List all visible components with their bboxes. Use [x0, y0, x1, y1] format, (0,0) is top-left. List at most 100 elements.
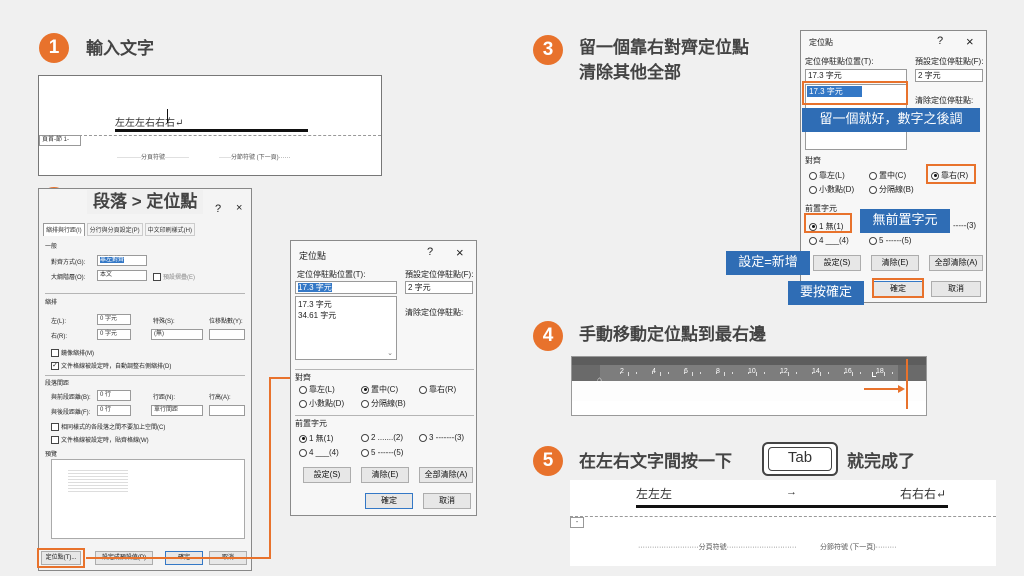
ruler-tick [700, 372, 701, 374]
ruler-tick-label: 14 [812, 368, 820, 375]
ruler-tick [820, 372, 821, 376]
list-highlight [802, 81, 908, 105]
default-stop-input[interactable]: 2 字元 [915, 69, 983, 82]
step-5-title-pre: 在左右文字間按一下 [579, 452, 732, 471]
ruler-tick [828, 372, 829, 374]
clear-all-button[interactable]: 全部清除(A) [419, 467, 473, 483]
ruler-tick [852, 372, 853, 376]
align-bar-radio[interactable]: 分隔線(B) [361, 398, 406, 409]
right-text: 右右右↵ [900, 487, 947, 501]
leader-none-highlight [804, 213, 852, 233]
leader-1-radio[interactable]: 1 無(1) [299, 433, 333, 444]
ruler-tick [780, 372, 781, 374]
section-break-mark: 分節符號 (下一頁)········· [820, 544, 897, 551]
step-5-badge: 5 [533, 446, 563, 476]
tab-position-list[interactable]: 17.3 字元 34.61 字元 ⌄ [295, 296, 397, 360]
ruler-tick [732, 372, 733, 374]
ruler-tick [884, 372, 885, 376]
ruler[interactable]: 2 4 6 8 10 12 14 16 18 ⌂ [572, 365, 926, 384]
ok-highlight [872, 278, 924, 298]
callout-no-leader: 無前置字元 [860, 209, 950, 233]
ruler-tick [716, 372, 717, 374]
align-decimal-radio[interactable]: 小數點(D) [299, 398, 344, 409]
cancel-button[interactable]: 取消 [423, 493, 471, 509]
ruler-tick [764, 372, 765, 374]
leader-5-radio[interactable]: 5 ------(5) [869, 236, 911, 245]
ruler-tick [668, 372, 669, 374]
leader-5-radio[interactable]: 5 ------(5) [361, 448, 403, 457]
help-icon[interactable]: ? [937, 35, 943, 47]
list-item[interactable]: 17.3 字元 [298, 299, 394, 310]
align-bar-radio[interactable]: 分隔線(B) [869, 184, 914, 195]
ruler-tick [628, 372, 629, 376]
leader-3-radio[interactable]: 3 -------(3) [419, 433, 464, 442]
ruler-tick [860, 372, 861, 374]
ruler-tick [844, 372, 845, 374]
tab-position-input[interactable]: 17.3 字元 [295, 281, 397, 294]
ruler-tick [652, 372, 653, 374]
ruler-tick [788, 372, 789, 376]
step-3-title-line2: 清除其他全部 [579, 63, 681, 82]
tab-key-icon: Tab [762, 442, 838, 476]
left-text: 左左左 [636, 487, 673, 501]
tab-key-label: Tab [768, 447, 832, 471]
clear-all-button[interactable]: 全部清除(A) [929, 255, 983, 271]
leader-heading: 前置字元 [295, 419, 327, 428]
align-heading: 對齊 [295, 373, 311, 382]
clear-button[interactable]: 清除(E) [871, 255, 919, 271]
ruler-tick [620, 372, 621, 374]
step-4-badge: 4 [533, 321, 563, 351]
ruler-tick-label: 10 [748, 368, 756, 375]
ruler-tick [876, 372, 877, 374]
ruler-tick [748, 372, 749, 374]
tab-position-label: 定位停駐點位置(T): [805, 57, 874, 66]
align-left-radio[interactable]: 靠左(L) [809, 170, 845, 181]
step-4-title: 手動移動定位點到最右邊 [579, 325, 766, 344]
step-3-title-line1: 留一個靠右對齊定位點 [579, 38, 749, 57]
align-center-radio[interactable]: 置中(C) [361, 384, 398, 395]
step-3-badge: 3 [533, 35, 563, 65]
tabs-dialog-title: 定位點 [299, 251, 327, 261]
set-button[interactable]: 設定(S) [813, 255, 861, 271]
ruler-tick [756, 372, 757, 376]
step-5-title-post: 就完成了 [847, 452, 915, 471]
list-item[interactable]: 34.61 字元 [298, 310, 394, 321]
cancel-button[interactable]: 取消 [931, 281, 981, 297]
callout-keep-one: 留一個就好，數字之後調 [802, 108, 980, 132]
dialog-title: 定位點 [809, 38, 833, 47]
chevron-down-icon[interactable]: ⌄ [387, 349, 393, 357]
align-center-radio[interactable]: 置中(C) [869, 170, 906, 181]
leader-4-radio[interactable]: 4 ___(4) [299, 448, 339, 457]
clear-button[interactable]: 清除(E) [361, 467, 409, 483]
callout-press-ok: 要按確定 [788, 281, 864, 305]
ruler-tick [692, 372, 693, 376]
leader-4-radio[interactable]: 4 ___(4) [809, 236, 849, 245]
callout-set-new: 設定=新增 [726, 251, 810, 275]
close-icon[interactable]: × [966, 34, 974, 49]
ruler-tick [796, 372, 797, 374]
ruler-panel: 2 4 6 8 10 12 14 16 18 ⌂ [571, 356, 927, 416]
help-icon[interactable]: ? [427, 246, 433, 258]
set-button[interactable]: 設定(S) [303, 467, 351, 483]
align-left-radio[interactable]: 靠左(L) [299, 384, 335, 395]
default-stop-input[interactable]: 2 字元 [405, 281, 473, 294]
ruler-tick-label: 18 [876, 368, 884, 375]
tab-stop-indicator [906, 359, 908, 409]
leader-2-radio[interactable]: 2 .......(2) [361, 433, 403, 442]
close-icon[interactable]: × [456, 245, 464, 260]
ok-button[interactable]: 確定 [365, 493, 413, 509]
default-stop-label: 預設定位停駐點(F): [915, 57, 984, 66]
ruler-tick [724, 372, 725, 376]
tabs-dialog: 定位點 ? × 定位停駐點位置(T): 17.3 字元 17.3 字元 34.6… [290, 240, 477, 516]
align-right-radio[interactable]: 靠右(R) [419, 384, 456, 395]
leader-3-radio[interactable]: -----(3) [953, 221, 976, 230]
align-decimal-radio[interactable]: 小數點(D) [809, 184, 854, 195]
page-break-mark: ··························分頁符號··········… [638, 544, 797, 551]
tab-stop-marker[interactable] [872, 372, 876, 377]
doc-underline [636, 505, 948, 508]
ruler-tick-label: 12 [780, 368, 788, 375]
section-marker: - [570, 517, 584, 528]
step-5-doc: 左左左 → 右右右↵ - ··························分… [570, 480, 996, 566]
align-right-highlight [926, 164, 976, 184]
ruler-tick [892, 372, 893, 374]
